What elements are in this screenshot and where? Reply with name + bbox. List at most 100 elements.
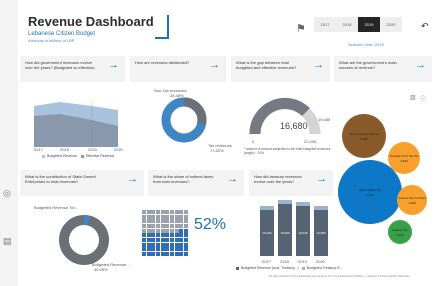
question-card-3[interactable]: What is the gap between total budgeted a…	[231, 56, 330, 82]
waffle-cell	[146, 251, 151, 256]
bubble-label: Custom Tax	[392, 228, 408, 232]
bubble-interest-tax[interactable]	[342, 114, 386, 158]
reset-icon[interactable]: ↶	[421, 21, 429, 32]
waffle-cell	[179, 237, 184, 242]
waffle-cell	[151, 251, 156, 256]
arrow-right-icon[interactable]: →	[316, 174, 327, 185]
waffle-cell	[155, 223, 161, 229]
question-card-5[interactable]: What is the contribution of State-Owned …	[20, 170, 144, 196]
arrow-right-icon[interactable]: →	[209, 60, 220, 71]
question-text: How did treasury revenues evolve over th…	[254, 174, 302, 184]
bar-2019-treasury	[296, 202, 310, 206]
waffle-cell	[179, 210, 184, 215]
waffle-cell	[155, 242, 161, 247]
question-card-6[interactable]: What is the share of indirect taxes from…	[148, 170, 244, 196]
waffle-cell	[183, 247, 188, 252]
waffle-cell	[165, 219, 170, 224]
waffle-cell	[146, 214, 151, 219]
page-subtitle: Lebanese Citizen Budget	[28, 31, 96, 37]
legend-swatch	[301, 266, 305, 270]
x-tick: 2020	[114, 147, 123, 152]
treasury-legend: Budgeted Revenue (excl. Treasury...) Bud…	[236, 266, 343, 270]
bar-chart-icon[interactable]: ▥	[410, 94, 416, 101]
bubble-value: 1,130	[396, 233, 404, 237]
waffle-cell	[160, 219, 165, 224]
x-tick: 2019	[298, 259, 307, 264]
waffle-cell	[151, 247, 156, 252]
arrow-right-icon[interactable]: →	[108, 60, 119, 71]
arrow-right-icon[interactable]: →	[415, 60, 426, 71]
waffle-cell	[169, 228, 175, 233]
year-button-2017[interactable]: 2017	[314, 17, 336, 32]
bubble-custom-tax[interactable]	[388, 220, 412, 244]
bubble-telecom-transfer[interactable]	[388, 142, 420, 174]
waffle-cell	[146, 247, 151, 252]
arrow-right-icon[interactable]: →	[313, 60, 324, 71]
waffle-cell	[183, 242, 188, 247]
question-card-2[interactable]: How are revenues distributed? →	[130, 56, 226, 82]
waffle-cell	[155, 214, 161, 219]
parliament-logo-icon: ⚑	[296, 23, 306, 35]
soe-contribution-donut	[59, 215, 109, 265]
waffle-cell	[179, 219, 184, 224]
fingerprint-icon: ◎	[3, 188, 11, 198]
question-card-1[interactable]: How did government revenues evolve over …	[20, 56, 125, 82]
title-accent	[155, 15, 169, 39]
gauge-note: * amount of amount subjected to the tota…	[244, 147, 331, 155]
arrow-right-icon[interactable]: →	[227, 174, 238, 185]
waffle-cell	[179, 251, 184, 256]
waffle-cell	[169, 242, 175, 247]
indirect-tax-percent: 52%	[194, 216, 227, 233]
waffle-cell	[165, 233, 170, 238]
page-title: Revenue Dashboard	[28, 14, 154, 29]
bubble-value: 1,813	[400, 159, 408, 163]
waffle-cell	[155, 219, 161, 224]
bubble-label: Income Tax on Profit	[398, 196, 425, 200]
waffle-cell	[174, 228, 179, 233]
x-tick: 2018	[60, 147, 69, 152]
waffle-cell	[183, 237, 188, 242]
waffle-cell	[179, 228, 184, 233]
info-icon[interactable]: ⓘ	[420, 94, 426, 103]
x-tick: 2017	[262, 259, 271, 264]
bubble-income-tax[interactable]	[397, 185, 427, 215]
x-tick: 2017	[34, 147, 43, 152]
waffle-cell	[165, 223, 170, 229]
legend-label: Budgeted Revenue	[47, 154, 77, 158]
arrow-right-icon[interactable]: →	[127, 174, 138, 185]
revenue-gap-gauge	[249, 97, 321, 135]
waffle-cell	[179, 214, 184, 219]
waffle-cell	[151, 219, 156, 224]
waffle-cell	[151, 214, 156, 219]
year-button-2019[interactable]: 2019	[358, 17, 380, 32]
waffle-cell	[142, 214, 147, 219]
question-card-7[interactable]: How did treasury revenues evolve over th…	[249, 170, 333, 196]
area-legend: Budgeted Revenue Effective Revenue	[42, 154, 114, 158]
bar-value: 16,650	[316, 231, 326, 235]
waffle-cell	[174, 247, 179, 252]
year-button-2020[interactable]: 2020	[380, 17, 402, 32]
page-subtitle-note: Amounts in billions of LBP	[28, 38, 75, 43]
waffle-cell	[160, 233, 165, 238]
indirect-tax-waffle	[142, 210, 188, 256]
waffle-cell	[160, 242, 165, 247]
gauge-value: 16,680	[280, 121, 308, 131]
waffle-cell	[142, 242, 147, 247]
bubble-label: Value added Tax	[359, 188, 382, 192]
waffle-cell	[169, 223, 175, 229]
question-text: What is the share of indirect taxes from…	[153, 174, 214, 184]
waffle-cell	[174, 251, 179, 256]
waffle-cell	[146, 228, 151, 233]
x-tick: 2019	[88, 147, 97, 152]
bar-2017-treasury	[260, 206, 274, 210]
bubble-vat[interactable]	[338, 160, 402, 224]
waffle-cell	[169, 233, 175, 238]
waffle-cell	[160, 237, 165, 242]
gauge-min: 0	[252, 139, 255, 144]
waffle-cell	[160, 228, 165, 233]
question-card-4[interactable]: What are the government's main sources o…	[334, 56, 432, 82]
waffle-cell	[183, 219, 188, 224]
waffle-cell	[183, 223, 188, 229]
waffle-cell	[155, 247, 161, 252]
year-button-2018[interactable]: 2018	[336, 17, 358, 32]
